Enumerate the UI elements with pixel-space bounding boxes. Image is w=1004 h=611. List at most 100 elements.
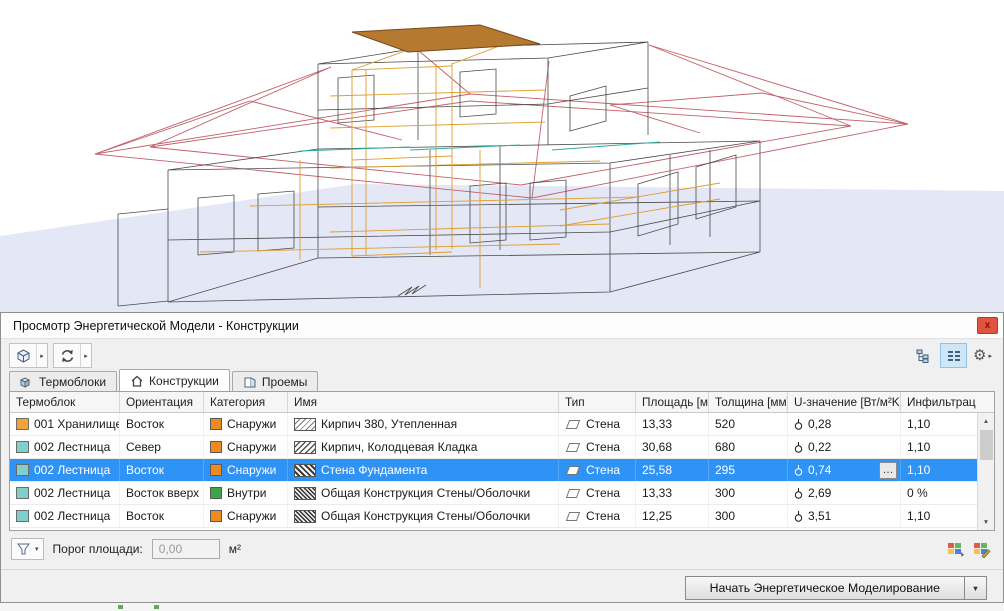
tab-openings[interactable]: Проемы <box>232 371 319 391</box>
filter-flyout[interactable]: ▾ <box>35 545 39 553</box>
door-icon <box>243 376 257 388</box>
start-simulation-dropdown[interactable]: ▼ <box>965 576 987 600</box>
wall-type-icon <box>565 511 581 522</box>
list-view-button[interactable] <box>940 343 967 368</box>
construction-hatch-icon <box>294 464 316 477</box>
col-header-infiltration[interactable]: Инфильтрац <box>901 392 994 412</box>
palette-edit-icon <box>973 540 991 558</box>
tab-structures[interactable]: Конструкции <box>119 369 230 391</box>
tab-label: Термоблоки <box>39 375 106 389</box>
u-value-lock-icon <box>794 510 803 522</box>
wall-type-icon <box>565 419 581 430</box>
category-color-swatch <box>210 441 222 453</box>
table-body: 001 Хранилище Восток Снаружи Кирпич 380,… <box>10 413 977 528</box>
threshold-input[interactable] <box>152 539 220 559</box>
dialog-toolbar: ▸ ▸ ⚙ ▸ <box>1 339 1003 369</box>
table-row-selected[interactable]: 002 Лестница Восток Снаружи Стена Фундам… <box>10 459 977 482</box>
threshold-unit: м² <box>229 542 241 556</box>
col-header-category[interactable]: Категория <box>204 392 288 412</box>
thermal-block-color-swatch <box>16 464 29 476</box>
palette-icon-button[interactable] <box>945 539 967 559</box>
screen: Просмотр Энергетической Модели - Констру… <box>0 0 1004 611</box>
list-view-icon <box>946 349 962 363</box>
tab-label: Конструкции <box>149 374 219 388</box>
scroll-down-icon[interactable]: ▼ <box>978 514 994 530</box>
col-header-type[interactable]: Тип <box>559 392 636 412</box>
funnel-icon <box>16 542 31 556</box>
separator <box>1 569 1003 570</box>
show-model-button[interactable]: ▸ <box>9 343 48 368</box>
thermal-block-color-swatch <box>16 418 29 430</box>
settings-button[interactable]: ⚙ ▸ <box>970 343 995 368</box>
thermal-block-color-swatch <box>16 510 29 522</box>
settings-flyout[interactable]: ▸ <box>988 352 992 360</box>
col-header-uvalue[interactable]: U-значение [Вт/м²K] <box>788 392 901 412</box>
house-icon <box>130 375 144 387</box>
accent-lines <box>300 142 660 151</box>
wall-type-icon <box>565 442 581 453</box>
action-bar: Начать Энергетическое Моделирование ▼ <box>1 576 1003 600</box>
wall-type-icon <box>565 465 581 476</box>
building-wireframe <box>0 0 1004 312</box>
model-cube-icon <box>10 344 36 367</box>
u-value-lock-icon <box>794 418 803 430</box>
start-simulation-button[interactable]: Начать Энергетическое Моделирование <box>685 576 965 600</box>
category-color-swatch <box>210 464 222 476</box>
dialog-title: Просмотр Энергетической Модели - Констру… <box>13 319 299 333</box>
tab-thermal-blocks[interactable]: Термоблоки <box>9 371 117 391</box>
threshold-label: Порог площади: <box>53 542 143 556</box>
category-color-swatch <box>210 510 222 522</box>
background-app-sliver <box>0 603 1004 611</box>
roof-cap <box>352 25 540 52</box>
palette-edit-icon-button[interactable] <box>971 539 993 559</box>
3d-viewport[interactable] <box>0 0 1004 312</box>
show-model-flyout[interactable]: ▸ <box>36 344 47 367</box>
threshold-bar: ▾ Порог площади: м² <box>11 537 993 561</box>
vertical-scrollbar[interactable]: ▲ ▼ <box>977 413 994 530</box>
more-options-button[interactable]: … <box>879 462 897 479</box>
category-color-swatch <box>210 487 222 499</box>
category-color-swatch <box>210 418 222 430</box>
palette-icon <box>947 540 965 558</box>
roof-wireframe <box>95 45 908 198</box>
col-header-block[interactable]: Термоблок <box>10 392 120 412</box>
u-value-lock-icon <box>794 464 803 476</box>
thermal-block-color-swatch <box>16 441 29 453</box>
tree-view-icon <box>916 349 932 363</box>
construction-hatch-icon <box>294 510 316 523</box>
wall-type-icon <box>565 488 581 499</box>
refresh-icon <box>54 344 80 367</box>
tab-label: Проемы <box>262 375 308 389</box>
tree-view-button[interactable] <box>910 343 937 368</box>
thermal-block-color-swatch <box>16 487 29 499</box>
background-artifact <box>154 605 159 609</box>
toolbar-right-group: ⚙ ▸ <box>910 343 995 368</box>
table-row[interactable]: 002 Лестница Север Снаружи Кирпич, Колод… <box>10 436 977 459</box>
table-row[interactable]: 001 Хранилище Восток Снаружи Кирпич 380,… <box>10 413 977 436</box>
footer-icons <box>945 539 993 559</box>
col-header-thickness[interactable]: Толщина [мм] <box>709 392 788 412</box>
col-header-area[interactable]: Площадь [м²] <box>636 392 709 412</box>
scrollbar-thumb[interactable] <box>980 430 993 460</box>
u-value-lock-icon <box>794 441 803 453</box>
table-row[interactable]: 002 Лестница Восток Снаружи Общая Констр… <box>10 505 977 528</box>
filter-button[interactable]: ▾ <box>11 538 44 560</box>
ground-plane <box>0 184 1004 312</box>
table-row[interactable]: 002 Лестница Восток вверх ... Внутри Общ… <box>10 482 977 505</box>
close-icon[interactable]: x <box>977 317 998 334</box>
construction-hatch-icon <box>294 487 316 500</box>
structures-table: Термоблок Ориентация Категория Имя Тип П… <box>9 391 995 531</box>
gear-icon: ⚙ <box>973 348 986 363</box>
scroll-up-icon[interactable]: ▲ <box>978 413 994 429</box>
table-header: Термоблок Ориентация Категория Имя Тип П… <box>10 392 994 413</box>
dialog-titlebar[interactable]: Просмотр Энергетической Модели - Констру… <box>1 313 1003 339</box>
col-header-orientation[interactable]: Ориентация <box>120 392 204 412</box>
col-header-name[interactable]: Имя <box>288 392 559 412</box>
construction-hatch-icon <box>294 418 316 431</box>
update-model-button[interactable]: ▸ <box>53 343 92 368</box>
u-value-lock-icon <box>794 487 803 499</box>
tab-bar: Термоблоки Конструкции Проемы <box>1 369 1003 391</box>
thermal-blocks-icon <box>20 376 34 388</box>
update-model-flyout[interactable]: ▸ <box>80 344 91 367</box>
construction-hatch-icon <box>294 441 316 454</box>
